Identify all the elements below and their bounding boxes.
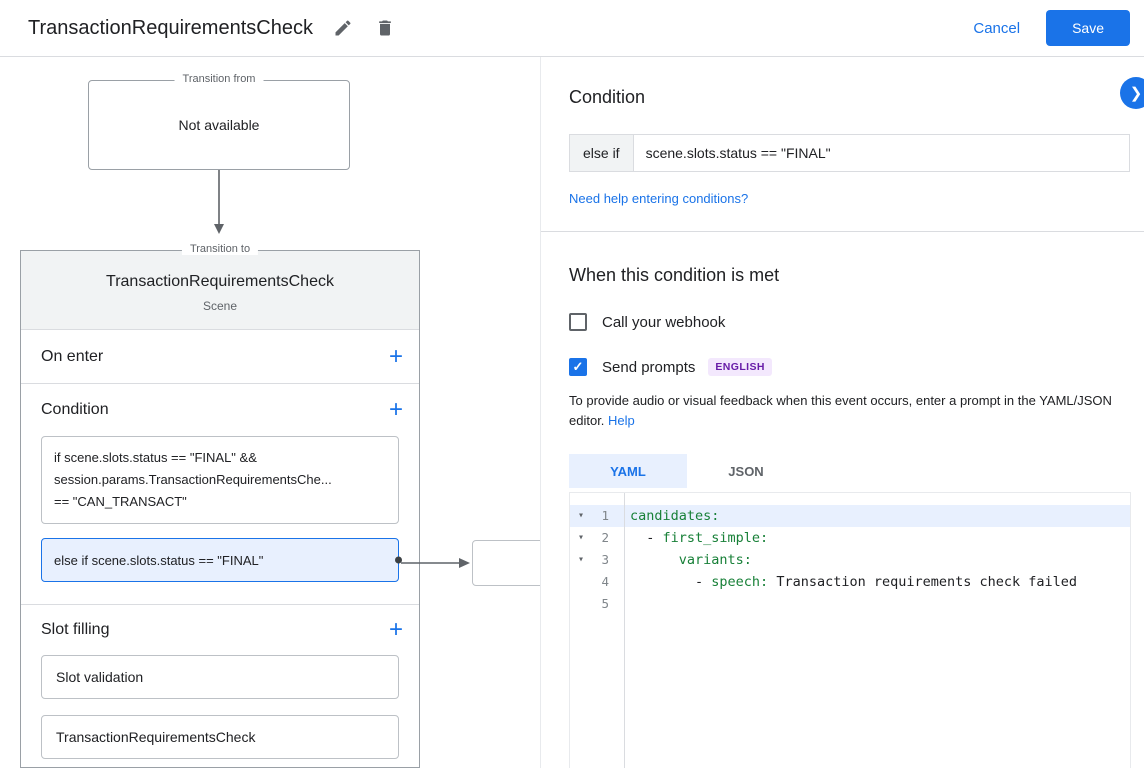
top-bar: TransactionRequirementsCheck Cancel Save [0, 0, 1144, 57]
pencil-icon [333, 18, 353, 38]
code-text: - first_simple: [618, 527, 768, 549]
transition-target-box[interactable] [472, 540, 540, 586]
panel-divider [541, 231, 1144, 232]
collapse-panel-button[interactable]: ❯ [1120, 77, 1144, 109]
transition-to-label: Transition to [182, 243, 258, 255]
send-prompts-row: ✓ Send prompts ENGLISH [569, 358, 1130, 376]
editor-line[interactable]: 4 - speech: Transaction requirements che… [570, 571, 1130, 593]
slot-filling-section: Slot filling + Slot validation Transacti… [21, 605, 419, 759]
prompt-help-link[interactable]: Help [608, 413, 635, 428]
yaml-editor-lines: ▾1candidates:▾2 - first_simple:▾3 varian… [570, 505, 1130, 615]
editor-line[interactable]: ▾2 - first_simple: [570, 527, 1130, 549]
tab-yaml[interactable]: YAML [569, 454, 687, 488]
webhook-row: Call your webhook [569, 313, 1130, 331]
condition-section-label: Condition [41, 401, 109, 419]
condition-1-line: session.params.TransactionRequirementsCh… [54, 469, 386, 491]
when-condition-met-title: When this condition is met [569, 265, 1130, 286]
yaml-editor[interactable]: ▾1candidates:▾2 - first_simple:▾3 varian… [569, 492, 1131, 768]
chevron-right-icon: ❯ [1130, 84, 1143, 102]
code-text: - speech: Transaction requirements check… [618, 571, 1077, 593]
prompt-description: To provide audio or visual feedback when… [569, 391, 1130, 431]
condition-item-1[interactable]: if scene.slots.status == "FINAL" && sess… [41, 436, 399, 524]
save-button[interactable]: Save [1046, 10, 1130, 46]
gutter-spacer [570, 571, 592, 593]
scene-card-header: TransactionRequirementsCheck Scene [21, 251, 419, 330]
prompt-description-text: To provide audio or visual feedback when… [569, 393, 1112, 428]
flow-arrow-down-icon [212, 170, 226, 234]
page-title: TransactionRequirementsCheck [28, 17, 313, 40]
send-prompts-checkbox[interactable]: ✓ [569, 358, 587, 376]
condition-1-line: if scene.slots.status == "FINAL" && [54, 447, 386, 469]
tab-json[interactable]: JSON [687, 454, 805, 488]
condition-help-link[interactable]: Need help entering conditions? [569, 191, 748, 206]
code-text: candidates: [618, 505, 719, 527]
line-number: 1 [592, 505, 618, 527]
slot-item-transaction-check[interactable]: TransactionRequirementsCheck [41, 715, 399, 759]
editor-line[interactable]: ▾1candidates: [570, 505, 1130, 527]
flow-canvas: Transition from Not available Transition… [0, 57, 540, 768]
editor-line[interactable]: 5 [570, 593, 1130, 615]
condition-item-2-selected[interactable]: else if scene.slots.status == "FINAL" [41, 538, 399, 582]
condition-panel: ❯ Condition else if Need help entering c… [540, 57, 1144, 768]
condition-1-line: == "CAN_TRANSACT" [54, 491, 386, 513]
add-on-enter-icon[interactable]: + [389, 345, 403, 369]
condition-2-text: else if scene.slots.status == "FINAL" [54, 553, 263, 568]
delete-scene-button[interactable] [373, 16, 397, 40]
transition-from-content: Not available [179, 117, 260, 133]
call-webhook-checkbox[interactable] [569, 313, 587, 331]
add-slot-icon[interactable]: + [389, 618, 403, 642]
flow-arrow-right-icon [401, 556, 473, 570]
scene-card: Transition to TransactionRequirementsChe… [20, 250, 420, 768]
line-number: 3 [592, 549, 618, 571]
slot-item-validation[interactable]: Slot validation [41, 655, 399, 699]
on-enter-label: On enter [41, 348, 103, 366]
condition-prefix-chip: else if [569, 134, 634, 172]
collapse-arrow-icon[interactable]: ▾ [570, 505, 592, 527]
collapse-arrow-icon[interactable]: ▾ [570, 527, 592, 549]
condition-input-row: else if [569, 134, 1130, 172]
add-condition-icon[interactable]: + [389, 398, 403, 422]
condition-expression-input[interactable] [634, 134, 1130, 172]
editor-tabs: YAML JSON [569, 454, 1130, 488]
condition-header-row[interactable]: Condition + [21, 384, 419, 436]
on-enter-row[interactable]: On enter + [21, 330, 419, 384]
trash-icon [375, 18, 395, 38]
language-badge: ENGLISH [708, 358, 771, 376]
gutter-spacer [570, 593, 592, 615]
gutter-divider [624, 493, 625, 768]
cancel-button[interactable]: Cancel [973, 20, 1020, 37]
slot-filling-label: Slot filling [41, 621, 109, 639]
condition-section: Condition + if scene.slots.status == "FI… [21, 384, 419, 605]
line-number: 5 [592, 593, 618, 615]
send-prompts-label: Send prompts [602, 359, 695, 376]
slot-filling-header-row[interactable]: Slot filling + [21, 605, 419, 655]
transition-from-box[interactable]: Transition from Not available [88, 80, 350, 170]
scene-name: TransactionRequirementsCheck [31, 273, 409, 291]
check-icon: ✓ [573, 359, 584, 375]
call-webhook-label: Call your webhook [602, 314, 725, 331]
collapse-arrow-icon[interactable]: ▾ [570, 549, 592, 571]
edit-title-button[interactable] [331, 16, 355, 40]
scene-type: Scene [31, 299, 409, 313]
panel-title: Condition [569, 87, 1130, 108]
code-text: variants: [618, 549, 752, 571]
line-number: 2 [592, 527, 618, 549]
transition-from-label: Transition from [175, 73, 264, 85]
editor-line[interactable]: ▾3 variants: [570, 549, 1130, 571]
line-number: 4 [592, 571, 618, 593]
